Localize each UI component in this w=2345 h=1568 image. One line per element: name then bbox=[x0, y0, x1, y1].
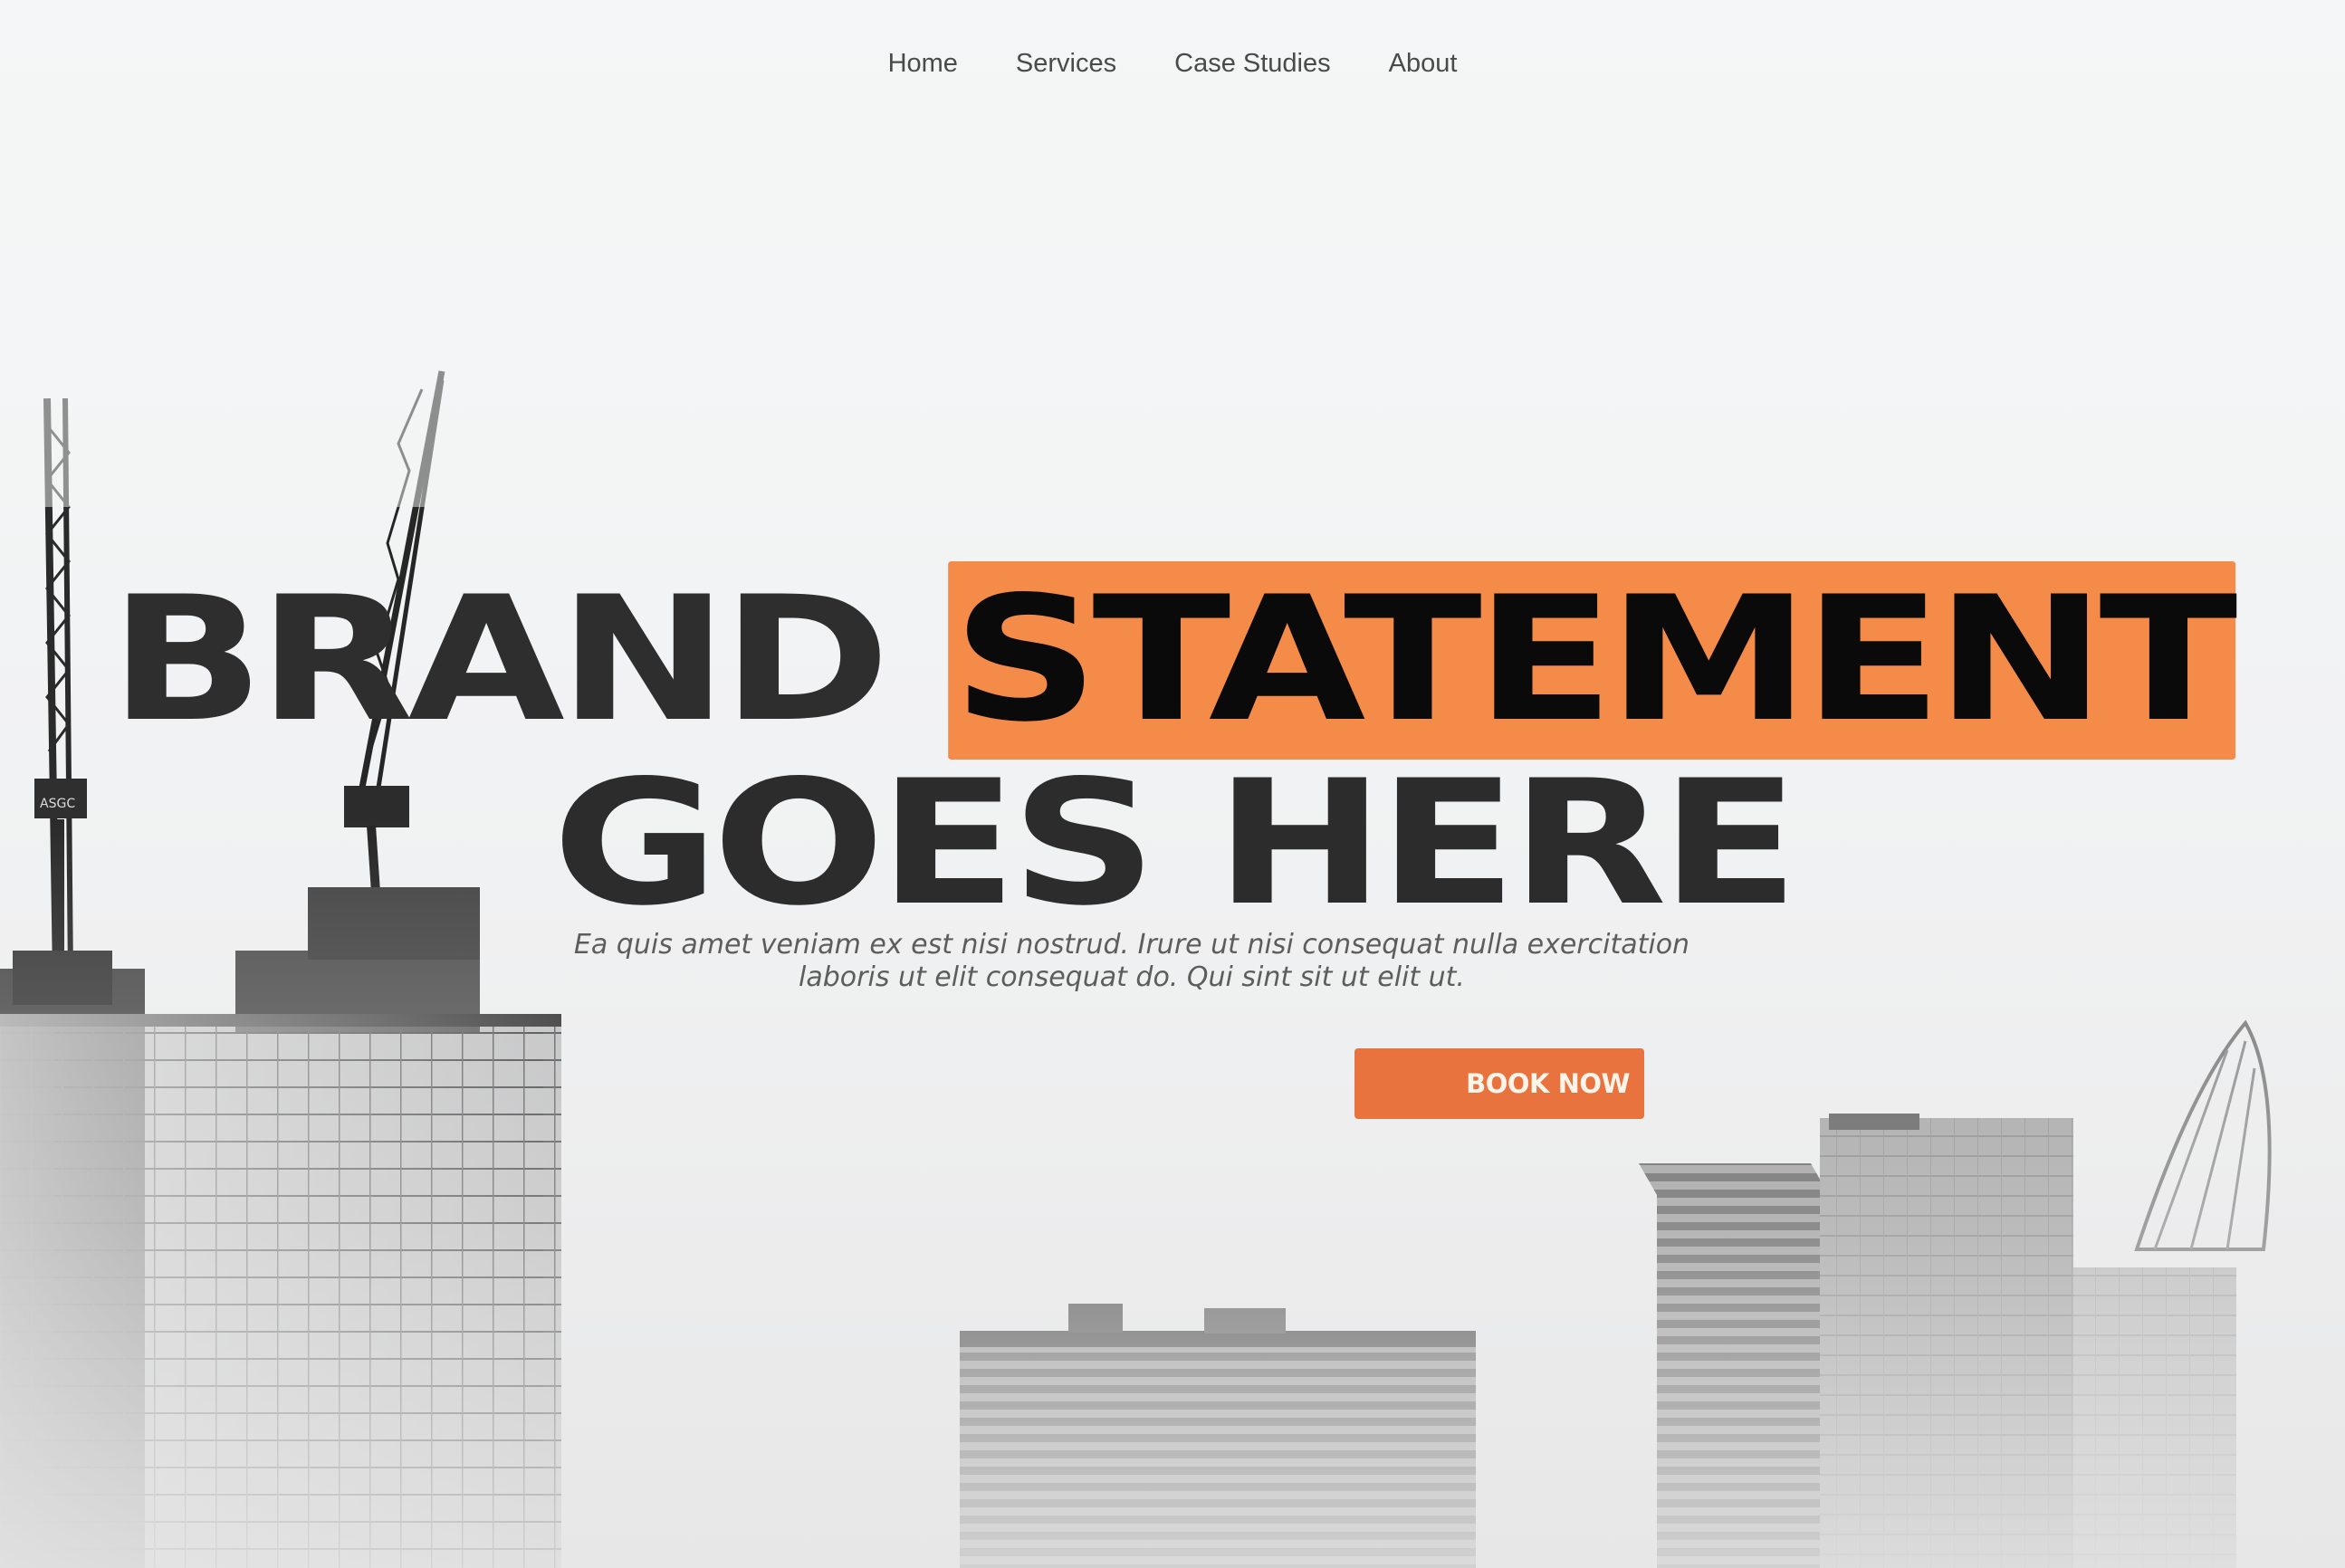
main-nav: Home Services Case Studies About bbox=[0, 0, 2345, 127]
book-now-button[interactable]: BOOK NOW bbox=[1354, 1048, 1644, 1119]
hero-section: ASGC Home Services Case Studies About BR… bbox=[0, 0, 2345, 1568]
headline-highlight: STATEMENT bbox=[948, 560, 2237, 760]
headline-word-brand: BRAND bbox=[109, 559, 890, 760]
nav-case-studies[interactable]: Case Studies bbox=[1174, 49, 1331, 79]
hero-headline: BRAND STATEMENT GOES HERE bbox=[0, 559, 2345, 943]
nav-services[interactable]: Services bbox=[1016, 49, 1116, 79]
nav-about[interactable]: About bbox=[1389, 49, 1458, 79]
headline-line-2: GOES HERE bbox=[551, 742, 1799, 943]
nav-home[interactable]: Home bbox=[888, 49, 958, 79]
headline-line-1: BRAND STATEMENT bbox=[0, 559, 2345, 760]
hero-subtitle: Ea quis amet veniam ex est nisi nostrud.… bbox=[573, 929, 1690, 993]
